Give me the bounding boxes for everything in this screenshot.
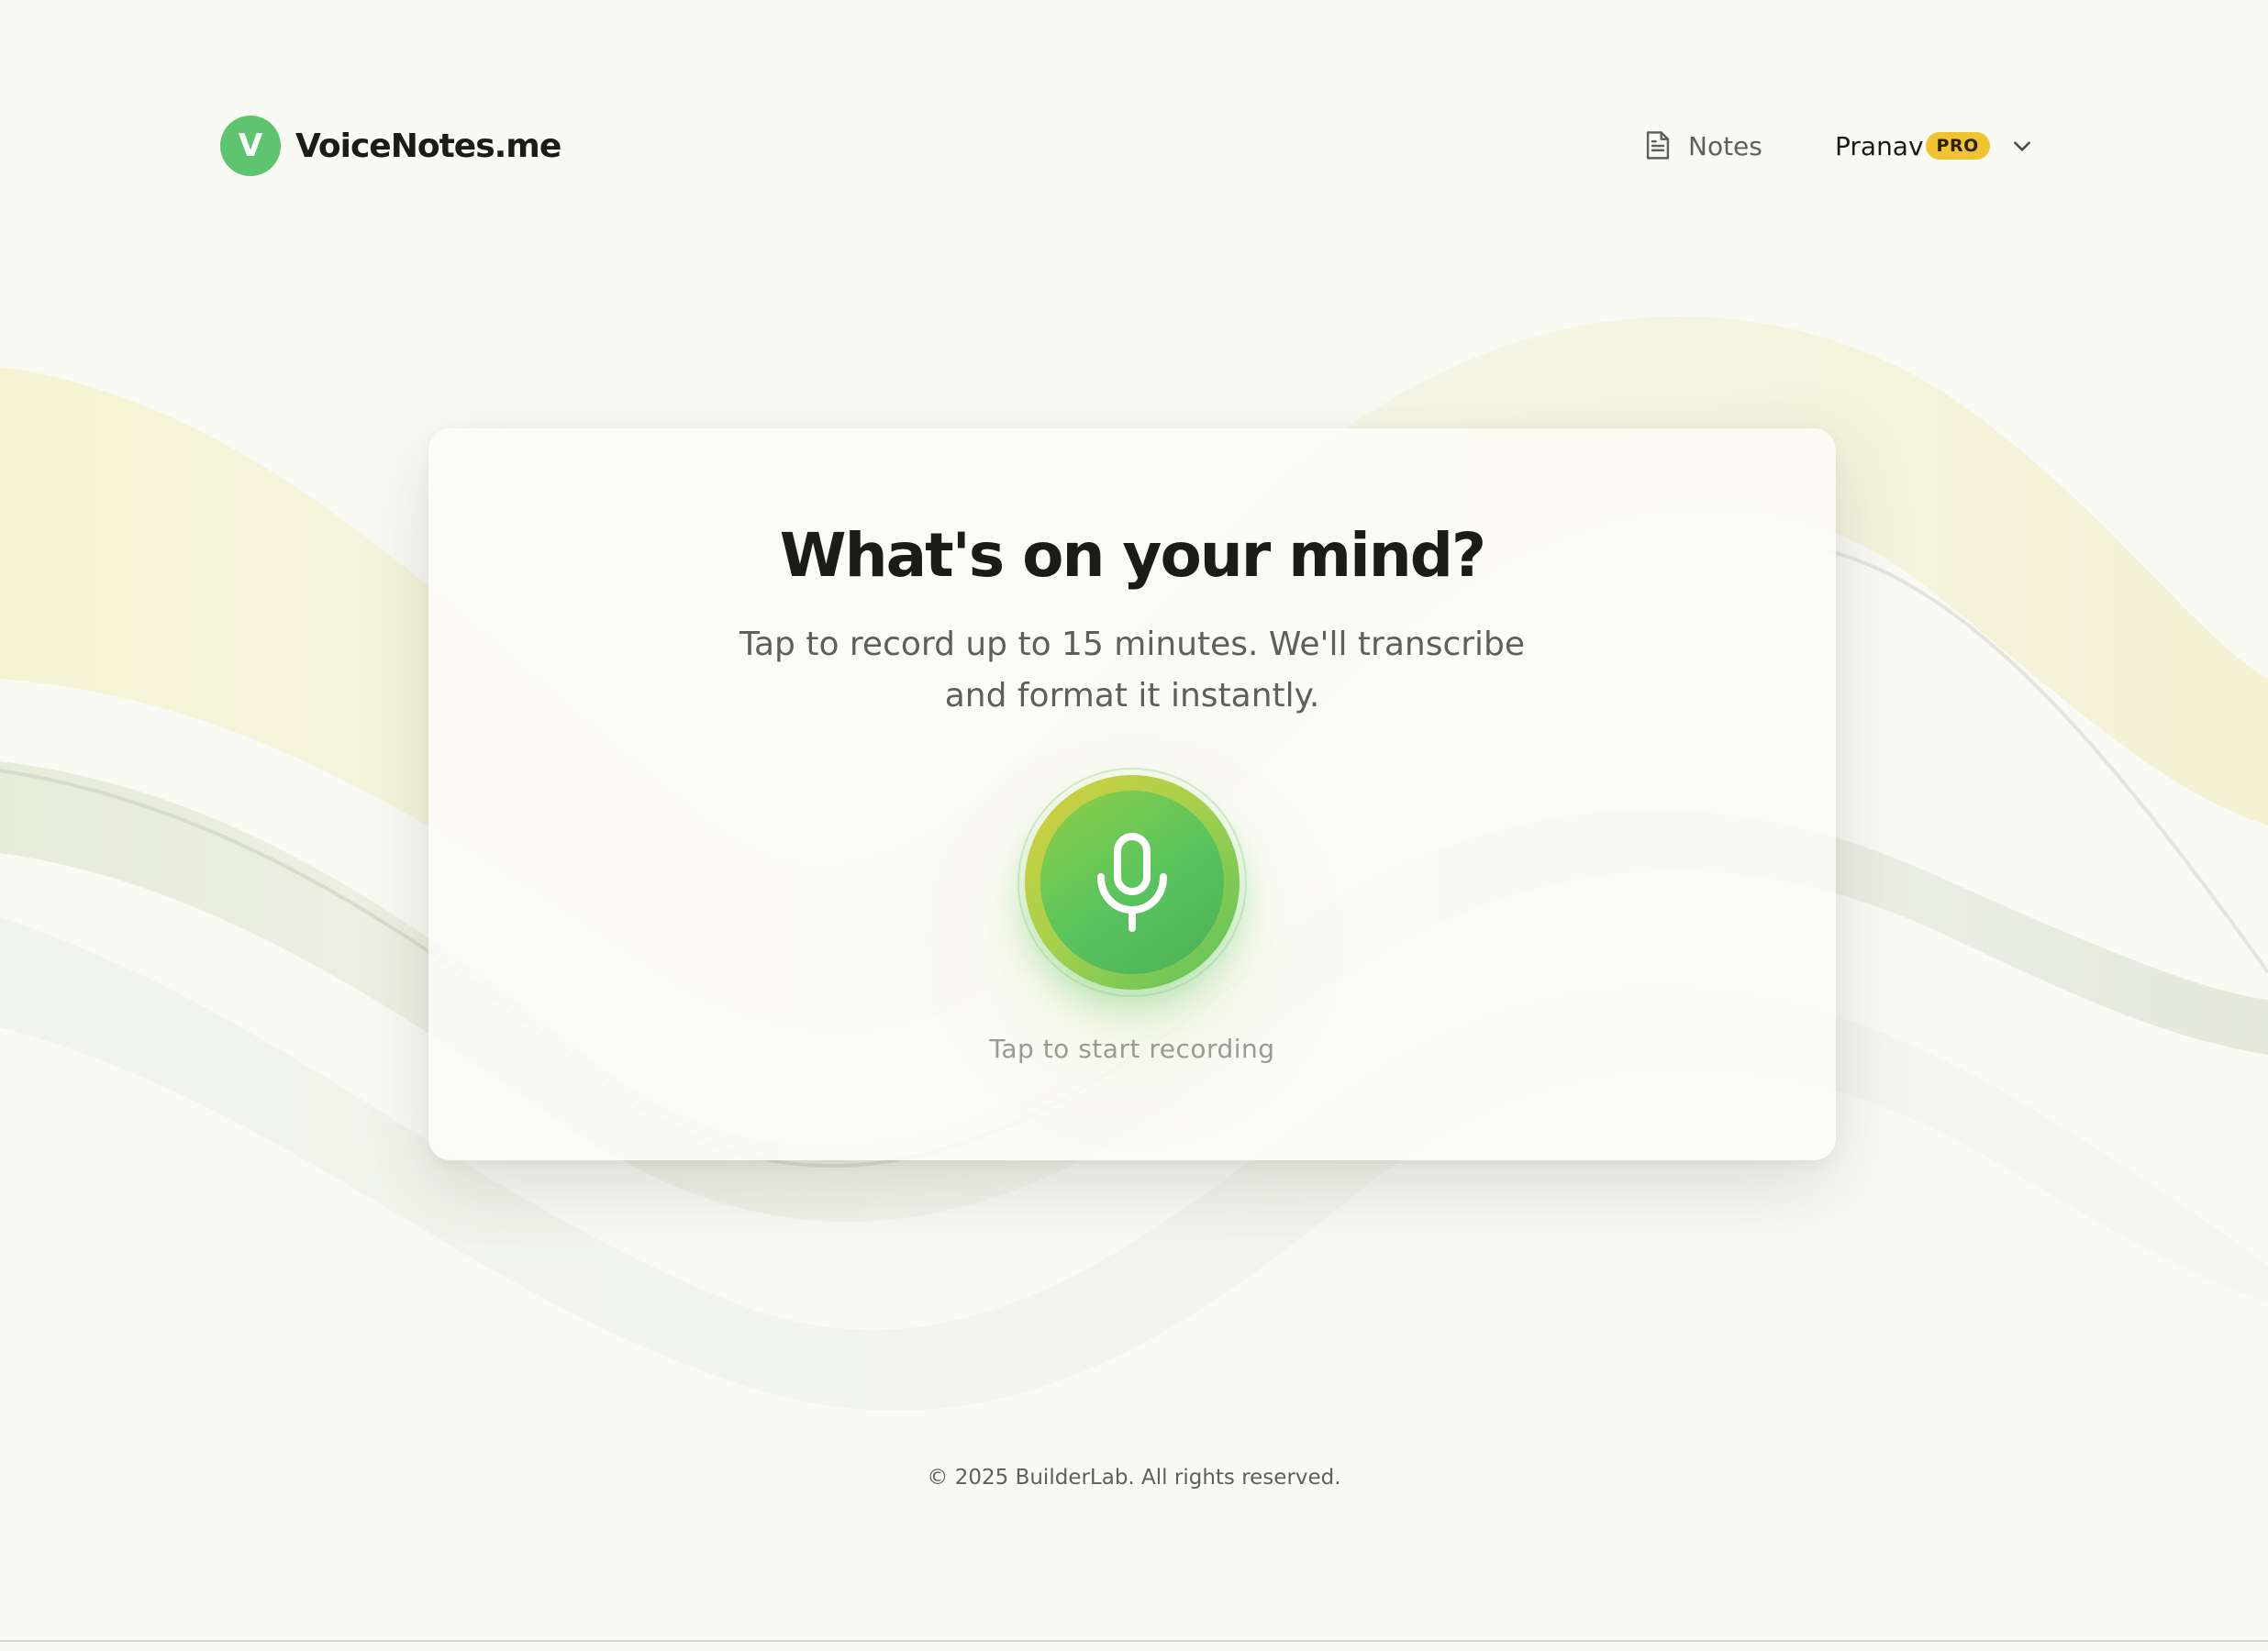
pro-badge: PRO xyxy=(1925,132,1990,160)
top-header: V VoiceNotes.me Notes Pranav PRO xyxy=(220,116,2030,176)
record-button-inner xyxy=(1040,791,1224,974)
notes-nav-link[interactable]: Notes xyxy=(1644,116,1762,176)
page: V VoiceNotes.me Notes Pranav PRO What's … xyxy=(0,0,2268,1651)
footer-copyright: © 2025 BuilderLab. All rights reserved. xyxy=(927,1466,1341,1490)
user-menu[interactable]: Pranav PRO xyxy=(1835,116,2034,176)
brand-name: VoiceNotes.me xyxy=(295,127,561,165)
record-card: What's on your mind? Tap to record up to… xyxy=(428,428,1836,1160)
microphone-icon xyxy=(1094,833,1171,932)
record-button[interactable] xyxy=(1025,775,1240,990)
brand-logo[interactable]: V VoiceNotes.me xyxy=(220,116,561,176)
document-icon xyxy=(1644,130,1672,161)
chevron-down-icon[interactable] xyxy=(2010,134,2034,158)
notes-nav-label: Notes xyxy=(1688,130,1762,161)
bottom-divider xyxy=(0,1640,2268,1642)
logo-mark: V xyxy=(220,116,281,176)
record-control xyxy=(1017,768,1247,997)
page-title: What's on your mind? xyxy=(779,520,1486,591)
record-caption: Tap to start recording xyxy=(989,1034,1275,1064)
page-subtitle: Tap to record up to 15 minutes. We'll tr… xyxy=(739,626,1526,715)
user-name: Pranav xyxy=(1835,130,1924,161)
